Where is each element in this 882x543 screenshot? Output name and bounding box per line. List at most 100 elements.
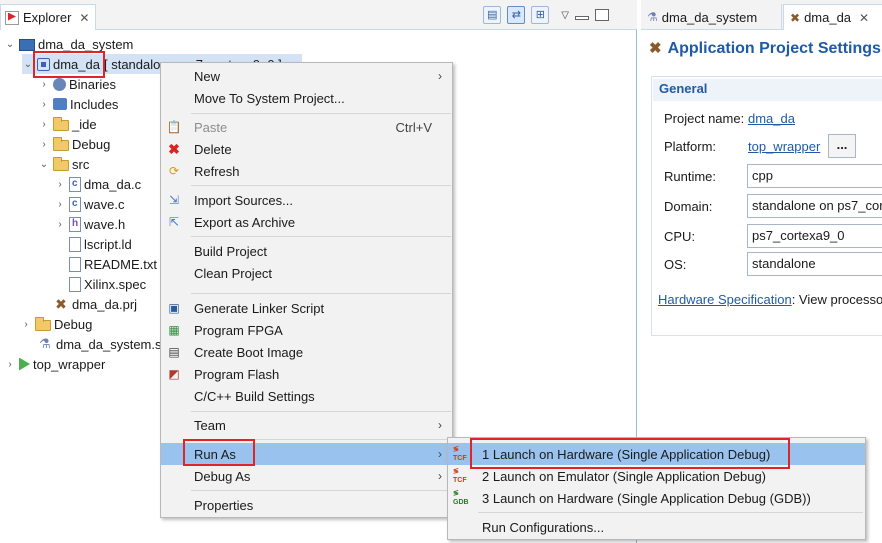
close-icon[interactable]: ✕ (859, 11, 869, 25)
close-icon[interactable]: ✕ (79, 11, 89, 25)
browse-platform-button[interactable]: ... (828, 134, 856, 158)
tree-item-wave-h[interactable]: › wave.h (54, 214, 125, 234)
runtime-field[interactable]: cpp (747, 164, 882, 188)
icon-text: TCF (453, 455, 467, 462)
hardware-spec-line: Hardware Specification: View processor (658, 292, 882, 307)
properties-icon (166, 497, 182, 513)
linker-script-icon: ▣ (168, 301, 180, 315)
chevron-right-icon[interactable]: › (38, 79, 50, 90)
chevron-right-icon[interactable]: › (54, 199, 66, 210)
tree-item-debug[interactable]: › Debug (38, 134, 110, 154)
menu-item-new[interactable]: New › (161, 65, 452, 87)
menu-item-generate-linker-script[interactable]: ▣ Generate Linker Script (161, 297, 452, 319)
submenu-item-launch-hardware[interactable]: ≶ TCF 1 Launch on Hardware (Single Applic… (448, 443, 865, 465)
menu-item-run-as[interactable]: Run As › (161, 443, 452, 465)
tree-item-label: _ide (72, 116, 97, 132)
menu-item-program-flash[interactable]: ◩ Program Flash (161, 363, 452, 385)
tree-item-label: Includes (70, 96, 119, 112)
tree-item-label: lscript.ld (84, 236, 132, 252)
includes-icon (53, 98, 67, 110)
os-field[interactable]: standalone (747, 252, 882, 276)
tree-item-debug-system[interactable]: › Debug (20, 314, 92, 334)
tree-item-binaries[interactable]: › Binaries (38, 74, 116, 94)
menu-item-paste[interactable]: 📋 Paste Ctrl+V (161, 116, 452, 138)
submenu-item-label: Run Configurations... (482, 519, 605, 535)
chevron-down-icon[interactable]: ⌄ (4, 39, 16, 50)
menu-item-label: Move To System Project... (194, 90, 345, 106)
chevron-right-icon[interactable]: › (54, 179, 66, 190)
tree-item-label: Binaries (69, 76, 116, 92)
project-name-link[interactable]: dma_da (748, 111, 795, 126)
chevron-right-icon[interactable]: › (54, 219, 66, 230)
chevron-down-icon[interactable]: ⌄ (38, 159, 50, 170)
menu-item-import-sources[interactable]: ⇲ Import Sources... (161, 189, 452, 211)
tree-item-readme[interactable]: README.txt (66, 254, 157, 274)
tree-item-lscript[interactable]: lscript.ld (66, 234, 132, 254)
tree-item-top-wrapper[interactable]: › top_wrapper (4, 354, 105, 374)
chevron-down-icon[interactable]: ⌄ (22, 59, 34, 70)
submenu-item-launch-emulator[interactable]: ≶ TCF 2 Launch on Emulator (Single Applic… (448, 465, 865, 487)
tree-item-dma-da-c[interactable]: › dma_da.c (54, 174, 141, 194)
menu-item-debug-as[interactable]: Debug As › (161, 465, 452, 487)
tree-item-xilinx-spec[interactable]: Xilinx.spec (66, 274, 146, 294)
menu-item-label: Build Project (194, 243, 267, 259)
collapse-all-icon[interactable]: ▤ (483, 6, 502, 24)
menu-item-export-archive[interactable]: ⇱ Export as Archive (161, 211, 452, 233)
chevron-right-icon[interactable]: › (20, 319, 32, 330)
menu-item-delete[interactable]: ✖ Delete (161, 138, 452, 160)
menu-item-move-to-system[interactable]: Move To System Project... (161, 87, 452, 109)
platform-label: Platform: (664, 139, 717, 154)
paste-icon: 📋 (166, 120, 182, 134)
delete-icon: ✖ (168, 141, 180, 157)
tab-explorer[interactable]: Explorer ✕ (0, 4, 96, 30)
tree-item-ide[interactable]: › _ide (38, 114, 97, 134)
menu-item-clean-project[interactable]: Clean Project (161, 262, 452, 284)
submenu-item-label: 2 Launch on Emulator (Single Application… (482, 468, 767, 484)
menu-item-team[interactable]: Team › (161, 414, 452, 436)
menu-item-refresh[interactable]: ⟳ Refresh (161, 160, 452, 182)
tree-item-includes[interactable]: › Includes (38, 94, 118, 114)
move-icon (166, 90, 182, 106)
page-title: ✖ Application Project Settings (649, 40, 881, 58)
cpu-field[interactable]: ps7_cortexa9_0 (747, 224, 882, 248)
minimize-icon[interactable] (575, 16, 589, 20)
flash-icon: ◩ (168, 367, 180, 381)
domain-field[interactable]: standalone on ps7_cortexa9_0 (747, 194, 882, 218)
menu-item-build-project[interactable]: Build Project (161, 240, 452, 262)
os-label: OS: (664, 257, 687, 272)
tree-item-label: dma_da (53, 56, 100, 72)
tree-item-dma-da-prj[interactable]: ✖ dma_da.prj (50, 294, 137, 314)
menu-item-program-fpga[interactable]: ▦ Program FPGA (161, 319, 452, 341)
run-as-submenu: ≶ TCF 1 Launch on Hardware (Single Applic… (447, 437, 866, 540)
menu-item-build-settings[interactable]: C/C++ Build Settings (161, 385, 452, 407)
submenu-item-launch-hardware-gdb[interactable]: ≶ GDB 3 Launch on Hardware (Single Applic… (448, 487, 865, 509)
menu-item-properties[interactable]: Properties (161, 494, 452, 516)
folder-icon (53, 137, 69, 151)
tab-dma-da[interactable]: ✖ dma_da ✕ (783, 4, 882, 30)
menu-item-label: Team (194, 417, 226, 433)
context-menu: New › Move To System Project... 📋 Paste … (160, 62, 453, 518)
import-icon: ⇲ (168, 193, 180, 207)
view-menu-icon[interactable]: ▽ (561, 10, 569, 21)
filter-icon[interactable]: ⊞ (531, 6, 550, 24)
tree-item-sprj[interactable]: ⚗ dma_da_system.sprj (34, 334, 176, 354)
menu-separator (191, 185, 451, 186)
platform-link[interactable]: top_wrapper (748, 139, 820, 154)
tree-item-wave-c[interactable]: › wave.c (54, 194, 124, 214)
chevron-right-icon[interactable]: › (38, 139, 50, 150)
hardware-spec-link[interactable]: Hardware Specification (658, 292, 792, 307)
chevron-right-icon[interactable]: › (38, 119, 50, 130)
tree-item-src[interactable]: ⌄ src (38, 154, 90, 174)
link-editor-icon[interactable]: ⇄ (507, 6, 526, 24)
tree-item-system[interactable]: ⌄ dma_da_system (4, 34, 134, 54)
submenu-item-run-configurations[interactable]: Run Configurations... (448, 516, 865, 538)
maximize-icon[interactable] (595, 9, 609, 21)
menu-item-create-boot-image[interactable]: ▤ Create Boot Image (161, 341, 452, 363)
linker-script-icon (69, 236, 81, 252)
gdb-launch-icon: ≶ GDB (453, 490, 469, 506)
chevron-right-icon[interactable]: › (38, 99, 50, 110)
chevron-right-icon[interactable]: › (4, 359, 16, 370)
tools-icon: ✖ (55, 296, 67, 312)
tab-dma-da-system[interactable]: ⚗ dma_da_system (641, 4, 782, 30)
platform-icon (19, 357, 30, 371)
